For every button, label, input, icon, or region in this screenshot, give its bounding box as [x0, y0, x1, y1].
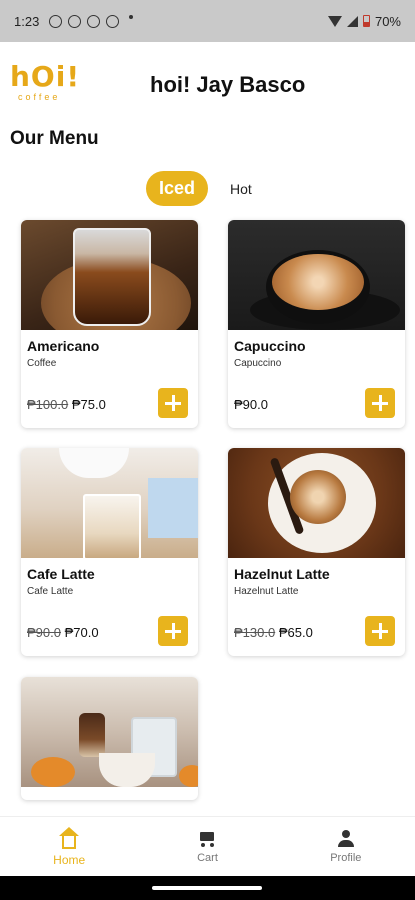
card-subtitle: Coffee — [27, 358, 57, 369]
card-subtitle: Capuccino — [234, 358, 282, 369]
battery-percent: 70% — [374, 13, 401, 29]
telegram-icon — [87, 14, 101, 28]
americano-image — [21, 220, 198, 330]
old-price: ₱100.0 — [27, 397, 69, 412]
menu-card-capuccino[interactable]: Capuccino Capuccino ₱90.0 — [228, 220, 405, 428]
logo-wordmark: hOi! — [10, 60, 81, 93]
app-logo: hOi! coffee — [10, 60, 81, 110]
add-icon — [372, 395, 388, 411]
home-gesture-handle[interactable] — [152, 886, 262, 890]
card-title: Cafe Latte — [27, 566, 95, 582]
menu-card-partial[interactable] — [21, 677, 198, 800]
home-icon — [58, 826, 80, 849]
card-subtitle: Cafe Latte — [27, 586, 74, 597]
more-notifications-icon — [129, 14, 134, 19]
price-row: ₱90.0 — [234, 397, 268, 412]
menu-card-americano[interactable]: Americano Coffee ₱100.0 ₱75.0 — [21, 220, 198, 428]
notification-icons — [49, 14, 134, 28]
menu-card-cafe-latte[interactable]: Cafe Latte Cafe Latte ₱90.0 ₱70.0 — [21, 448, 198, 656]
capuccino-image — [228, 220, 405, 330]
add-to-cart-button[interactable] — [158, 388, 188, 418]
nav-home-label: Home — [53, 852, 86, 867]
menu-tabs: Iced Hot — [146, 171, 252, 206]
tab-hot[interactable]: Hot — [230, 181, 252, 197]
system-navigation-bar — [0, 876, 415, 900]
current-price: ₱65.0 — [278, 625, 313, 640]
price-row: ₱90.0 ₱70.0 — [27, 625, 99, 640]
nav-profile-label: Profile — [330, 851, 362, 864]
battery-icon — [362, 15, 370, 27]
bottom-navigation: Home Cart Profile — [0, 816, 415, 876]
wifi-icon — [327, 15, 342, 27]
card-title: Capuccino — [234, 338, 306, 354]
status-bar: 1:23 70% — [0, 0, 415, 42]
greeting-title: hoi! Jay Basco — [150, 72, 306, 97]
price-row: ₱130.0 ₱65.0 — [234, 625, 313, 640]
nav-cart[interactable]: Cart — [138, 817, 276, 876]
current-price: ₱70.0 — [64, 625, 99, 640]
add-to-cart-button[interactable] — [365, 616, 395, 646]
nav-cart-label: Cart — [197, 851, 218, 864]
menu-title: Our Menu — [10, 128, 99, 149]
cart-icon — [197, 830, 217, 848]
price-row: ₱100.0 ₱75.0 — [27, 397, 106, 412]
viber-icon — [106, 14, 120, 28]
logo-tagline: coffee — [18, 92, 61, 102]
header: hOi! coffee hoi! Jay Basco — [0, 42, 415, 122]
card-title: Hazelnut Latte — [234, 566, 330, 582]
old-price: ₱130.0 — [234, 625, 276, 640]
cafe-latte-image — [21, 448, 198, 558]
add-to-cart-button[interactable] — [158, 616, 188, 646]
messenger-icon — [68, 14, 82, 28]
add-icon — [165, 395, 181, 411]
nav-home[interactable]: Home — [0, 817, 138, 876]
card-title: Americano — [27, 338, 100, 354]
old-price: ₱90.0 — [27, 625, 61, 640]
tab-iced[interactable]: Iced — [146, 171, 209, 206]
hazelnut-latte-image — [228, 448, 405, 558]
nav-profile[interactable]: Profile — [277, 817, 415, 876]
status-right: 70% — [327, 13, 401, 29]
viber-icon — [49, 14, 63, 28]
current-price: ₱90.0 — [234, 397, 268, 412]
profile-icon — [337, 829, 355, 848]
add-to-cart-button[interactable] — [365, 388, 395, 418]
signal-icon — [346, 15, 358, 27]
status-time: 1:23 — [14, 13, 40, 29]
status-left: 1:23 — [14, 13, 134, 29]
card-subtitle: Hazelnut Latte — [234, 586, 299, 597]
drink-image — [21, 677, 198, 787]
add-icon — [165, 623, 181, 639]
add-icon — [372, 623, 388, 639]
menu-card-hazelnut-latte[interactable]: Hazelnut Latte Hazelnut Latte ₱130.0 ₱65… — [228, 448, 405, 656]
current-price: ₱75.0 — [71, 397, 106, 412]
